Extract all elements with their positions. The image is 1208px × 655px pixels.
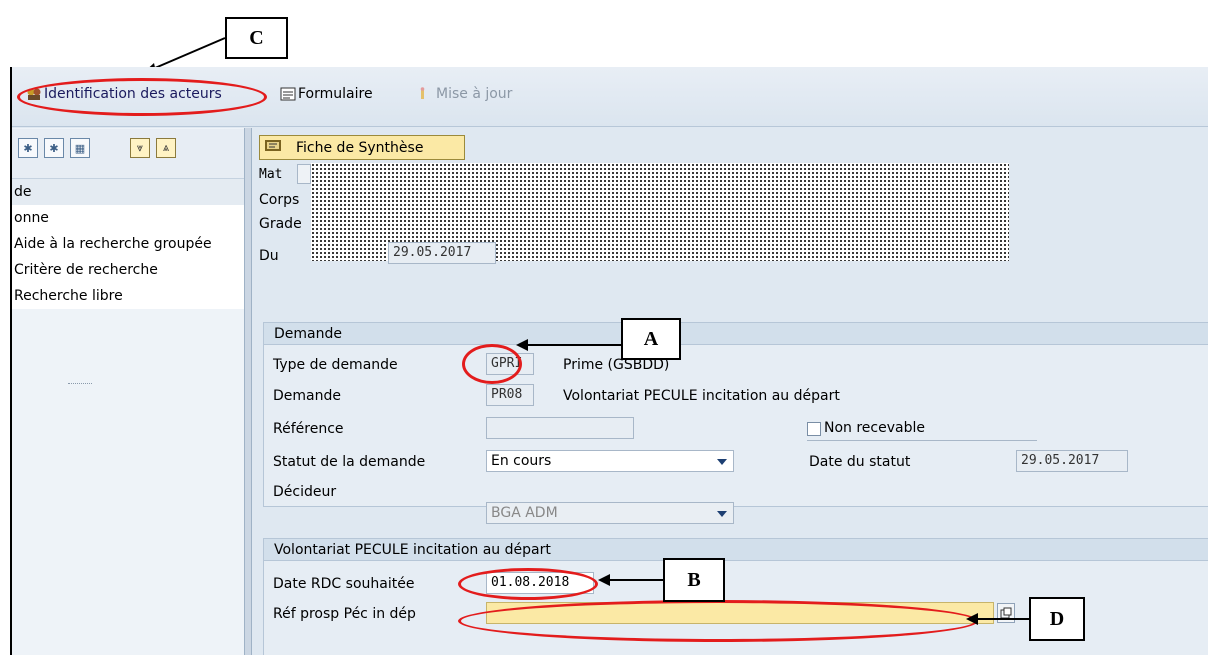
tree-item[interactable]: Aide à la recherche groupée <box>12 231 244 257</box>
demande-field[interactable]: PR08 <box>486 384 534 406</box>
statut-dropdown[interactable]: En cours <box>486 450 734 472</box>
tree-item[interactable]: onne <box>12 205 244 231</box>
chevron-down-icon <box>717 459 727 465</box>
corps-label: Corps <box>259 192 300 208</box>
highlight-identification <box>17 78 267 116</box>
highlight-ref-prosp <box>458 600 978 642</box>
update-icon <box>418 87 432 101</box>
mise-a-jour-label: Mise à jour <box>436 86 513 102</box>
volontariat-title: Volontariat PECULE incitation au départ <box>264 539 1208 561</box>
mat-field-edge <box>297 164 311 184</box>
annotation-d: D <box>1029 597 1085 641</box>
tree-item[interactable]: Recherche libre <box>12 283 244 309</box>
formulaire-button[interactable]: Formulaire <box>280 86 373 102</box>
decideur-value: BGA ADM <box>491 505 558 521</box>
grade-label: Grade <box>259 216 302 232</box>
du-label: Du <box>259 248 279 264</box>
expand-all-icon[interactable]: ✱ <box>18 138 38 158</box>
fiche-synthese-button[interactable]: Fiche de Synthèse <box>259 135 465 160</box>
select-icon[interactable]: ▦ <box>70 138 90 158</box>
tree-item[interactable]: Critère de recherche <box>12 257 244 283</box>
pane-grip[interactable] <box>68 383 92 385</box>
reference-field[interactable] <box>486 417 634 439</box>
date-statut-label: Date du statut <box>809 454 911 470</box>
annotation-a: A <box>621 318 681 360</box>
arrow-down-icon[interactable]: ⩔ <box>130 138 150 158</box>
form-icon <box>280 87 296 101</box>
statut-value: En cours <box>491 453 552 469</box>
demande-title: Demande <box>264 323 1208 345</box>
ref-prosp-label: Réf prosp Péc in dép <box>273 606 416 622</box>
divider <box>807 440 1037 441</box>
formulaire-label: Formulaire <box>298 86 373 102</box>
chevron-down-icon <box>717 511 727 517</box>
annotation-b: B <box>663 558 725 602</box>
highlight-date-rdc <box>458 568 598 600</box>
tree-item[interactable]: de <box>12 179 244 205</box>
tree-toolbar: ✱ ✱ ▦ ⩔ ⩓ <box>12 129 244 179</box>
pane-splitter[interactable] <box>244 128 252 655</box>
date-rdc-label: Date RDC souhaitée <box>273 576 415 592</box>
demande-label: Demande <box>273 388 341 404</box>
fiche-label: Fiche de Synthèse <box>296 139 424 156</box>
demande-group: Demande <box>263 322 1208 507</box>
arrow-up-icon[interactable]: ⩓ <box>156 138 176 158</box>
collapse-all-icon[interactable]: ✱ <box>44 138 64 158</box>
mise-a-jour-button[interactable]: Mise à jour <box>418 86 512 102</box>
date-statut-field[interactable]: 29.05.2017 <box>1016 450 1128 472</box>
decideur-dropdown[interactable]: BGA ADM <box>486 502 734 524</box>
annotation-d-arrow <box>966 613 1030 625</box>
decideur-label: Décideur <box>273 484 337 500</box>
non-recevable-label: Non recevable <box>824 420 925 436</box>
sap-window: Identification des acteurs Formulaire Mi… <box>10 67 1208 655</box>
reference-label: Référence <box>273 421 344 437</box>
annotation-b-arrow <box>598 574 664 586</box>
annotation-c: C <box>225 17 288 59</box>
demande-text: Volontariat PECULE incitation au départ <box>563 388 840 404</box>
statut-label: Statut de la demande <box>273 454 426 470</box>
non-recevable-checkbox[interactable]: Non recevable <box>807 420 925 436</box>
type-demande-label: Type de demande <box>273 357 398 373</box>
checkbox-box <box>807 421 821 436</box>
annotation-a-arrow <box>516 339 622 351</box>
search-tree: de onne Aide à la recherche groupée Crit… <box>12 179 244 309</box>
fiche-icon <box>264 138 282 157</box>
main-content: Fiche de Synthèse Mat Corps Grade Du 29.… <box>253 128 1208 655</box>
mat-label: Mat <box>259 167 283 182</box>
du-field[interactable]: 29.05.2017 <box>388 242 496 264</box>
